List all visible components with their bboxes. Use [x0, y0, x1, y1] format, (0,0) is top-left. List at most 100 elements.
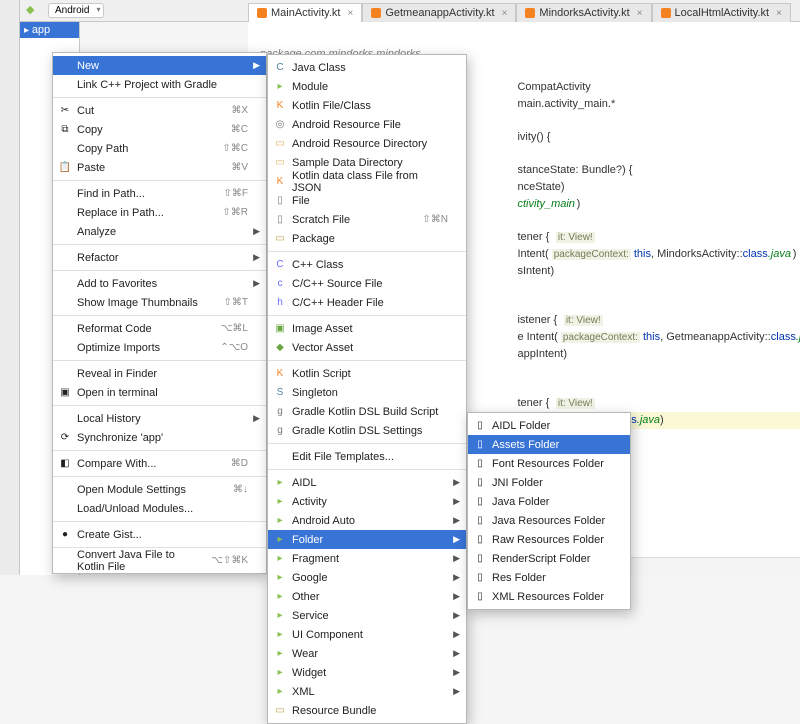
new-menu-item[interactable]: ▯ File	[268, 191, 466, 210]
new-menu-item[interactable]: ▸AIDL▶	[268, 473, 466, 492]
new-menu-item[interactable]: ▸Android Auto▶	[268, 511, 466, 530]
context-menu-item[interactable]: Refactor▶	[53, 248, 266, 267]
context-menu-item[interactable]: Analyze▶	[53, 222, 266, 241]
close-icon[interactable]: ×	[776, 8, 782, 19]
project-mode-select[interactable]: Android	[48, 3, 104, 18]
folder-menu-item[interactable]: ▯JNI Folder	[468, 473, 630, 492]
menu-item-label: RenderScript Folder	[492, 553, 590, 565]
context-menu-item[interactable]: ⟳Synchronize 'app'	[53, 428, 266, 447]
context-menu-item[interactable]: 📋Paste⌘V	[53, 158, 266, 177]
submenu-arrow-icon: ▶	[253, 226, 260, 237]
context-menu-item[interactable]: Replace in Path...⇧⌘R	[53, 203, 266, 222]
context-menu-item[interactable]: Find in Path...⇧⌘F	[53, 184, 266, 203]
menu-item-label: Show Image Thumbnails	[77, 297, 198, 309]
menu-separator	[53, 450, 266, 451]
new-menu-item[interactable]: ▸Folder▶	[268, 530, 466, 549]
new-menu-item[interactable]: ▯Scratch File⇧⌘N	[268, 210, 466, 229]
tab-mainactivity[interactable]: MainActivity.kt×	[248, 3, 362, 22]
folder-menu-item[interactable]: ▯AIDL Folder	[468, 416, 630, 435]
new-menu-item[interactable]: ▸Wear▶	[268, 644, 466, 663]
folder-menu-item[interactable]: ▯ Raw Resources Folder	[468, 530, 630, 549]
folder-menu-item[interactable]: ▯RenderScript Folder	[468, 549, 630, 568]
new-menu-item[interactable]: ◆Vector Asset	[268, 338, 466, 357]
folder-menu-item[interactable]: ▯Java Folder	[468, 492, 630, 511]
folder-menu-item[interactable]: ▯XML Resources Folder	[468, 587, 630, 606]
new-menu-item[interactable]: ▸Module	[268, 77, 466, 96]
menu-item-label: Convert Java File to Kotlin File	[77, 549, 191, 573]
menu-item-label: File	[292, 195, 310, 207]
new-menu-item[interactable]: ▭Resource Bundle	[268, 701, 466, 720]
new-menu-item[interactable]: Edit File Templates...	[268, 447, 466, 466]
new-menu-item[interactable]: KKotlin File/Class	[268, 96, 466, 115]
tab-mindorks[interactable]: MindorksActivity.kt×	[516, 3, 651, 22]
project-node-app[interactable]: ▸ app	[20, 22, 79, 38]
new-menu-item[interactable]: gGradle Kotlin DSL Settings	[268, 421, 466, 440]
menu-item-label: Java Folder	[492, 496, 549, 508]
folder-menu-item[interactable]: ▯Java Resources Folder	[468, 511, 630, 530]
submenu-arrow-icon: ▶	[453, 686, 460, 697]
context-menu-item[interactable]: Optimize Imports⌃⌥O	[53, 338, 266, 357]
folder-menu-item[interactable]: ▯Res Folder	[468, 568, 630, 587]
menu-item-icon: ▯	[273, 194, 287, 208]
context-menu-item[interactable]: ⧉Copy⌘C	[53, 120, 266, 139]
close-icon[interactable]: ×	[637, 8, 643, 19]
context-menu-item[interactable]: ✂Cut⌘X	[53, 101, 266, 120]
context-menu-item[interactable]: Add to Favorites▶	[53, 274, 266, 293]
menu-item-icon: ▯	[473, 514, 487, 528]
close-icon[interactable]: ×	[502, 8, 508, 19]
menu-item-label: AIDL	[292, 477, 316, 489]
new-menu-item[interactable]: KKotlin data class File from JSON	[268, 172, 466, 191]
submenu-arrow-icon: ▶	[253, 278, 260, 289]
menu-shortcut: ⌘X	[211, 105, 248, 116]
new-menu-item[interactable]: ▸Activity▶	[268, 492, 466, 511]
menu-item-label: Image Asset	[292, 323, 353, 335]
submenu-arrow-icon: ▶	[253, 252, 260, 263]
context-menu-item[interactable]: Open Module Settings⌘↓	[53, 480, 266, 499]
context-menu-item[interactable]: Convert Java File to Kotlin File⌥⇧⌘K	[53, 551, 266, 570]
new-menu-item[interactable]: hC/C++ Header File	[268, 293, 466, 312]
new-menu-item[interactable]: ▸Widget▶	[268, 663, 466, 682]
folder-menu-item[interactable]: ▯Font Resources Folder	[468, 454, 630, 473]
menu-item-label: Find in Path...	[77, 188, 145, 200]
context-menu-item[interactable]: Show Image Thumbnails⇧⌘T	[53, 293, 266, 312]
context-menu-item[interactable]: ●Create Gist...	[53, 525, 266, 544]
menu-item-label: Sample Data Directory	[292, 157, 403, 169]
tab-localhtml[interactable]: LocalHtmlActivity.kt×	[652, 3, 791, 22]
menu-item-icon: ◆	[273, 341, 287, 355]
new-menu-item[interactable]: ▸Fragment▶	[268, 549, 466, 568]
new-menu-item[interactable]: cC/C++ Source File	[268, 274, 466, 293]
menu-item-label: Raw Resources Folder	[492, 534, 604, 546]
new-menu-item[interactable]: CJava Class	[268, 58, 466, 77]
new-menu-item[interactable]: ▸XML▶	[268, 682, 466, 701]
new-menu-item[interactable]: gGradle Kotlin DSL Build Script	[268, 402, 466, 421]
context-menu-item[interactable]: Reveal in Finder	[53, 364, 266, 383]
context-menu-item[interactable]: Link C++ Project with Gradle	[53, 75, 266, 94]
new-menu-item[interactable]: KKotlin Script	[268, 364, 466, 383]
context-menu-item[interactable]: ▣Open in terminal	[53, 383, 266, 402]
tab-getmeanapp[interactable]: GetmeanappActivity.kt×	[362, 3, 516, 22]
context-menu-item[interactable]: ◧Compare With...⌘D	[53, 454, 266, 473]
left-tool-strip[interactable]	[0, 0, 20, 575]
new-menu-item[interactable]: ▸UI Component▶	[268, 625, 466, 644]
new-menu-item[interactable]: ▸Service▶	[268, 606, 466, 625]
new-menu-item[interactable]: ▭Package	[268, 229, 466, 248]
menu-item-icon: ▯	[473, 533, 487, 547]
new-menu-item[interactable]: ▣Image Asset	[268, 319, 466, 338]
close-icon[interactable]: ×	[347, 8, 353, 19]
context-menu-item[interactable]: Reformat Code⌥⌘L	[53, 319, 266, 338]
context-menu-item[interactable]: Load/Unload Modules...	[53, 499, 266, 518]
new-menu-item[interactable]: ▸Google▶	[268, 568, 466, 587]
submenu-arrow-icon: ▶	[253, 60, 260, 71]
new-menu-item[interactable]: ▭Android Resource Directory	[268, 134, 466, 153]
new-menu-item[interactable]: ◎Android Resource File	[268, 115, 466, 134]
menu-item-label: Open in terminal	[77, 387, 158, 399]
new-menu-item[interactable]: CC++ Class	[268, 255, 466, 274]
context-menu-item[interactable]: New▶	[53, 56, 266, 75]
new-menu-item[interactable]: SSingleton	[268, 383, 466, 402]
menu-item-label: C/C++ Source File	[292, 278, 382, 290]
context-menu-item[interactable]: Copy Path⇧⌘C	[53, 139, 266, 158]
new-menu-item[interactable]: ▸Other▶	[268, 587, 466, 606]
context-menu-item[interactable]: Local History▶	[53, 409, 266, 428]
menu-item-label: XML	[292, 686, 315, 698]
folder-menu-item[interactable]: ▯Assets Folder	[468, 435, 630, 454]
